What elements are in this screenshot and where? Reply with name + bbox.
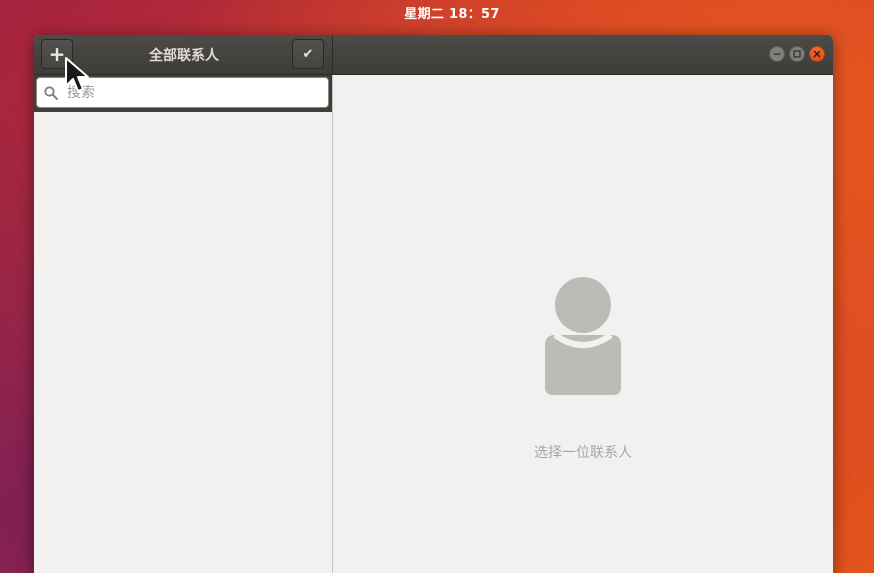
add-icon: +: [48, 42, 66, 66]
top-panel: 星期二 18：57: [0, 0, 874, 24]
maximize-button[interactable]: [789, 46, 805, 62]
avatar-placeholder-icon: [545, 277, 621, 395]
checkmark-icon: ✔: [302, 46, 314, 62]
clock[interactable]: 星期二 18：57: [374, 3, 499, 22]
search-input[interactable]: [65, 83, 319, 102]
close-button[interactable]: [809, 46, 825, 62]
empty-state-label: 选择一位联系人: [534, 445, 632, 461]
close-icon: [813, 50, 821, 58]
contacts-sidebar: [34, 75, 333, 573]
search-bar: [34, 75, 332, 112]
search-icon: [44, 85, 58, 100]
search-field[interactable]: [36, 77, 329, 108]
minimize-button[interactable]: [769, 46, 785, 62]
add-contact-button[interactable]: +: [41, 39, 73, 69]
maximize-icon: [793, 50, 801, 58]
select-button[interactable]: ✔: [292, 39, 324, 69]
sidebar-header: + 全部联系人 ✔: [34, 35, 333, 74]
contacts-window: + 全部联系人 ✔ 搜索 选择一位联系人: [34, 35, 833, 573]
contact-detail-pane: 选择一位联系人: [333, 75, 833, 573]
desktop: 星期二 18：57 + 全部联系人 ✔ 搜索 选择一位联系人: [0, 0, 874, 573]
window-title: 全部联系人: [149, 47, 219, 64]
minimize-icon: [773, 53, 781, 55]
header-bar: + 全部联系人 ✔: [34, 35, 833, 75]
